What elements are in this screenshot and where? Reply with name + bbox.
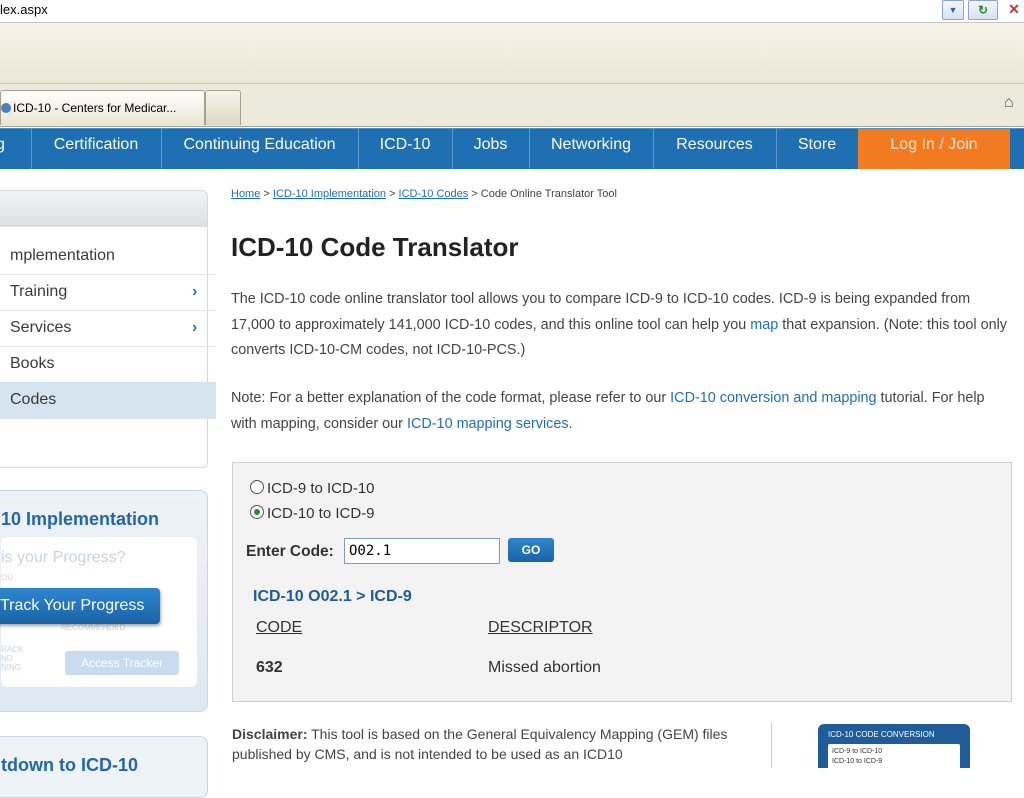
- nav-item-icd10[interactable]: ICD-10: [358, 129, 453, 169]
- nav-item-resources[interactable]: Resources: [653, 129, 777, 169]
- sidebar-item-services[interactable]: Services ›: [0, 310, 216, 347]
- browser-toolbar: [0, 23, 1024, 84]
- nav-item-store[interactable]: Store: [776, 129, 859, 169]
- sidebar-item-books[interactable]: Books: [0, 346, 216, 383]
- column-header-descriptor[interactable]: DESCRIPTOR: [488, 619, 593, 637]
- breadcrumb-icd10-implementation[interactable]: ICD-10 Implementation: [273, 188, 386, 200]
- disclaimer-text: This tool is based on the General Equiva…: [232, 726, 728, 762]
- breadcrumb-separator: >: [468, 188, 481, 200]
- mapping-services-link[interactable]: ICD-10 mapping services: [407, 416, 569, 432]
- countdown-title: tdown to ICD-10: [1, 755, 138, 775]
- conversion-mapping-link[interactable]: ICD-10 conversion and mapping: [670, 390, 876, 406]
- radio-icd10-to-icd9[interactable]: ICD-10 to ICD-9: [250, 505, 375, 522]
- new-tab-button[interactable]: [205, 90, 241, 125]
- access-tracker-button[interactable]: Access Tracker: [65, 651, 179, 675]
- browser-tab[interactable]: ICD-10 - Centers for Medicar...: [0, 90, 205, 125]
- result-code-cell: 632: [256, 659, 283, 676]
- progress-faint-text: OU: [1, 573, 13, 582]
- stop-icon[interactable]: ✕: [1004, 0, 1024, 18]
- sidebar-item-implementation[interactable]: mplementation: [0, 238, 216, 275]
- progress-faint-text: RACK ND NING: [1, 645, 24, 672]
- radio-icd9-to-icd10[interactable]: ICD-9 to ICD-10: [250, 480, 375, 497]
- note-text: Note: For a better explanation of the co…: [231, 390, 671, 406]
- refresh-icon[interactable]: ↻: [968, 0, 998, 20]
- code-conversion-promo[interactable]: ICD-10 CODE CONVERSION ICD-9 to ICD-10 I…: [818, 724, 970, 774]
- disclaimer: Disclaimer: This tool is based on the Ge…: [232, 724, 752, 764]
- enter-code-label: Enter Code:: [246, 543, 334, 560]
- breadcrumb-current: Code Online Translator Tool: [480, 188, 617, 200]
- nav-item-partial[interactable]: g: [0, 129, 32, 169]
- progress-faint-text: RECOMMENDED: [61, 623, 126, 632]
- tab-strip: ICD-10 - Centers for Medicar...: [0, 84, 1024, 127]
- url-text[interactable]: lex.aspx: [0, 2, 48, 17]
- sidebar-item-label: mplementation: [10, 247, 115, 264]
- sidebar-item-training[interactable]: Training ›: [0, 274, 216, 311]
- tab-label: ICD-10 - Centers for Medicar...: [13, 101, 177, 115]
- radio-circle-icon[interactable]: [250, 480, 264, 494]
- chevron-right-icon: ›: [192, 319, 198, 336]
- disclaimer-label: Disclaimer:: [232, 726, 308, 742]
- radio-label: ICD-10 to ICD-9: [267, 505, 375, 522]
- progress-box-title: 10 Implementation: [1, 509, 160, 529]
- promo-title: ICD-10 CODE CONVERSION: [828, 730, 935, 739]
- address-bar[interactable]: lex.aspx ▼ ↻ ✕: [0, 0, 1024, 23]
- note-text: .: [568, 415, 573, 432]
- track-progress-button[interactable]: Track Your Progress: [0, 588, 160, 624]
- result-descriptor-cell: Missed abortion: [488, 659, 601, 676]
- nav-item-networking[interactable]: Networking: [529, 129, 654, 169]
- map-link[interactable]: map: [750, 317, 778, 333]
- nav-item-continuing-education[interactable]: Continuing Education: [161, 129, 359, 169]
- login-join-button[interactable]: Log In / Join: [858, 129, 1010, 169]
- breadcrumb-separator: >: [260, 188, 273, 200]
- sidebar-item-codes[interactable]: Codes: [0, 382, 216, 419]
- address-dropdown-button[interactable]: ▼: [942, 0, 964, 20]
- breadcrumb-separator: >: [386, 188, 399, 200]
- result-heading: ICD-10 O02.1 > ICD-9: [253, 588, 412, 605]
- divider: [771, 722, 772, 768]
- nav-item-jobs[interactable]: Jobs: [452, 129, 530, 169]
- progress-question: is your Progress?: [1, 549, 126, 566]
- sidebar-header: [0, 191, 207, 227]
- site-nav: g Certification Continuing Education ICD…: [0, 128, 1024, 169]
- sidebar-item-label: Books: [10, 355, 55, 372]
- note-paragraph: Note: For a better explanation of the co…: [231, 386, 1011, 437]
- favicon-icon: [1, 103, 11, 113]
- intro-paragraph: The ICD-10 code online translator tool a…: [231, 287, 1011, 364]
- countdown-box: tdown to ICD-10: [0, 736, 208, 798]
- go-button[interactable]: GO: [508, 538, 554, 562]
- code-input[interactable]: O02.1: [344, 538, 500, 564]
- breadcrumb-home[interactable]: Home: [231, 188, 260, 200]
- radio-circle-icon[interactable]: [250, 505, 264, 519]
- sidebar-item-label: Codes: [10, 391, 57, 408]
- sidebar-item-label: Services: [10, 319, 72, 336]
- page-title: ICD-10 Code Translator: [231, 232, 519, 262]
- breadcrumb: Home > ICD-10 Implementation > ICD-10 Co…: [231, 188, 617, 200]
- column-header-code[interactable]: CODE: [256, 619, 302, 637]
- promo-option: ICD-10 to ICD-9: [832, 758, 883, 765]
- promo-option: ICD-9 to ICD-10: [832, 748, 883, 755]
- radio-label: ICD-9 to ICD-10: [267, 480, 375, 497]
- translator-tool-panel: [232, 462, 1012, 702]
- sidebar-item-label: Training: [10, 283, 68, 300]
- chevron-right-icon: ›: [192, 283, 198, 300]
- home-icon[interactable]: ⌂: [1004, 94, 1014, 112]
- nav-item-certification[interactable]: Certification: [31, 129, 162, 169]
- breadcrumb-icd10-codes[interactable]: ICD-10 Codes: [399, 188, 469, 200]
